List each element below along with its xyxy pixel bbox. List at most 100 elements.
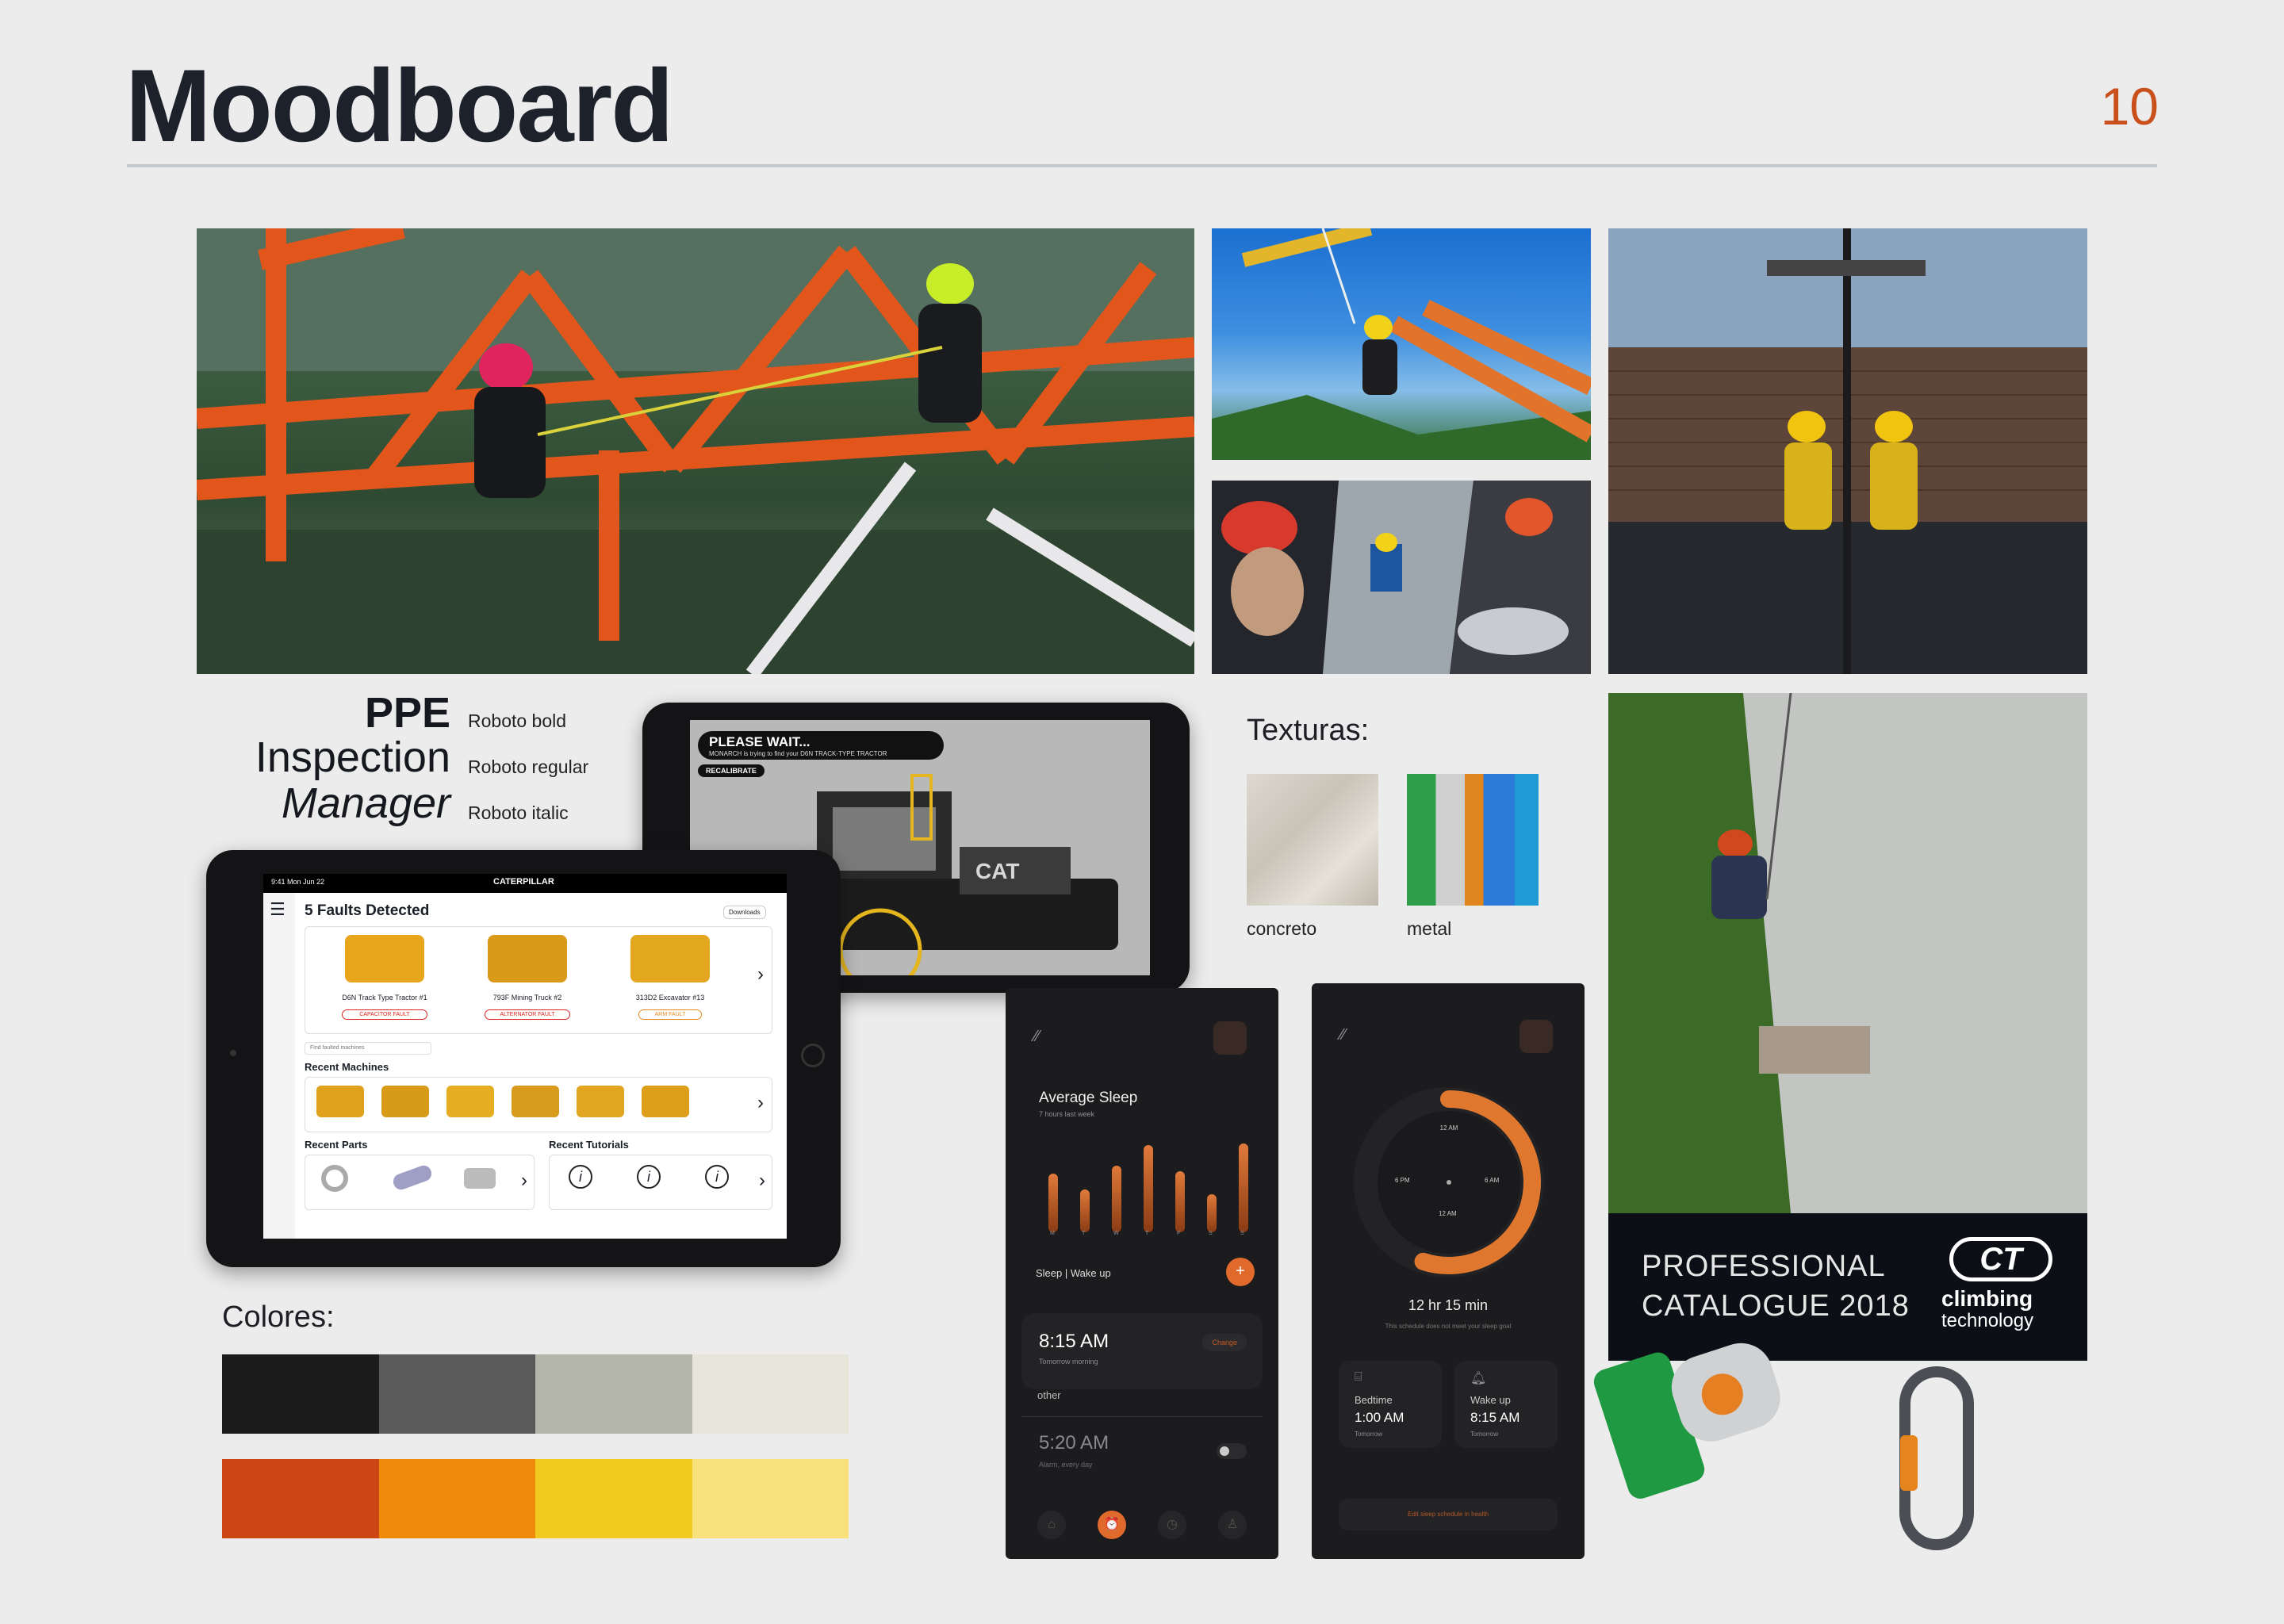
sleep-clock-ring bbox=[1354, 1087, 1544, 1277]
spec-font-italic: Roboto italic bbox=[468, 802, 569, 823]
machine-thumbnail[interactable] bbox=[316, 1086, 364, 1117]
colors-title: Colores: bbox=[222, 1300, 335, 1334]
page-number: 10 bbox=[2100, 77, 2159, 136]
sleep-duration: 12 hr 15 min bbox=[1408, 1297, 1489, 1313]
machine-search-input[interactable]: Find faulted machines bbox=[305, 1042, 431, 1055]
ct-logo: CT bbox=[1949, 1237, 2052, 1281]
phone-sleep-stats: ⁄⁄ Average Sleep 7 hours last week M T W T F… bbox=[1006, 988, 1278, 1559]
clock-label-left: 6 PM bbox=[1395, 1177, 1410, 1184]
machine-name: 313D2 Excavator #13 bbox=[635, 994, 705, 1002]
wakeup-value: 8:15 AM bbox=[1470, 1410, 1520, 1425]
recent-parts-heading: Recent Parts bbox=[305, 1139, 368, 1151]
machine-thumbnail[interactable] bbox=[512, 1086, 559, 1117]
spec-word-ppe: PPE bbox=[364, 689, 450, 737]
chevron-right-icon[interactable]: › bbox=[757, 1092, 764, 1114]
home-button[interactable] bbox=[801, 1044, 825, 1067]
chevron-right-icon[interactable]: › bbox=[521, 1170, 527, 1192]
recent-tutorials-heading: Recent Tutorials bbox=[549, 1139, 629, 1151]
day-label: F bbox=[1177, 1231, 1181, 1236]
texture-metal-swatch bbox=[1407, 774, 1539, 906]
alarm-card-primary[interactable]: 8:15 AM Tomorrow morning Change bbox=[1021, 1313, 1263, 1389]
avatar[interactable] bbox=[1519, 1020, 1553, 1053]
machine-name: 793F Mining Truck #2 bbox=[492, 994, 562, 1002]
chevron-right-icon[interactable]: › bbox=[757, 963, 764, 986]
wait-banner: PLEASE WAIT... MONARCH is trying to find… bbox=[698, 731, 944, 760]
alarm-subtitle: Alarm, every day bbox=[1039, 1461, 1093, 1469]
machine-thumbnail[interactable] bbox=[446, 1086, 494, 1117]
sleep-bar-chart bbox=[1037, 1129, 1248, 1242]
brand-logo: CATERPILLAR bbox=[493, 877, 554, 887]
menu-icon[interactable]: ⁄⁄ bbox=[1340, 1026, 1346, 1044]
machine-thumbnail[interactable] bbox=[577, 1086, 624, 1117]
color-swatch bbox=[222, 1354, 379, 1434]
alarm-time: 5:20 AM bbox=[1039, 1432, 1109, 1454]
avatar[interactable] bbox=[1213, 1021, 1247, 1055]
alarm-icon[interactable]: ⏰ bbox=[1098, 1511, 1126, 1539]
machine-thumbnail[interactable] bbox=[642, 1086, 689, 1117]
chevron-right-icon[interactable]: › bbox=[759, 1170, 765, 1192]
spec-font-regular: Roboto regular bbox=[468, 756, 589, 777]
wait-title: PLEASE WAIT... bbox=[709, 734, 811, 749]
day-label: T bbox=[1082, 1231, 1086, 1236]
machine-thumbnail bbox=[345, 935, 424, 982]
texture-label-metal: metal bbox=[1407, 918, 1452, 939]
faults-heading: 5 Faults Detected bbox=[305, 902, 430, 919]
carabiner-illustration bbox=[1899, 1366, 1974, 1550]
textures-title: Texturas: bbox=[1247, 714, 1370, 747]
bedtime-sub: Tomorrow bbox=[1355, 1431, 1383, 1438]
profile-icon[interactable]: ♙ bbox=[1218, 1511, 1247, 1539]
sleep-bar bbox=[1112, 1166, 1121, 1232]
tablet-front: 9:41 Mon Jun 22 CATERPILLAR ☰ 5 Faults D… bbox=[206, 850, 841, 1267]
part-thumbnail[interactable] bbox=[321, 1165, 348, 1192]
recalibrate-button[interactable]: RECALIBRATE bbox=[698, 764, 765, 777]
fault-badge: ALTERNATOR FAULT bbox=[485, 1009, 570, 1020]
tab-bar: ⌂ ⏰ ◷ ♙ bbox=[1021, 1503, 1263, 1546]
timer-icon[interactable]: ◷ bbox=[1158, 1511, 1186, 1539]
title-divider bbox=[127, 164, 2157, 167]
sleep-bar bbox=[1144, 1145, 1153, 1232]
change-button[interactable]: Change bbox=[1202, 1334, 1247, 1351]
sleep-bar bbox=[1239, 1143, 1248, 1232]
color-swatch bbox=[378, 1354, 535, 1434]
photo-triptych bbox=[1212, 481, 1591, 674]
part-thumbnail[interactable] bbox=[391, 1163, 434, 1192]
downloads-button[interactable]: Downloads bbox=[723, 906, 766, 919]
add-alarm-button[interactable]: + bbox=[1226, 1258, 1255, 1286]
day-label: S bbox=[1209, 1231, 1213, 1236]
menu-icon[interactable]: ☰ bbox=[270, 901, 295, 918]
fault-card[interactable]: 313D2 Excavator #13 ARM FAULT bbox=[607, 935, 734, 1020]
facade-illustration bbox=[1608, 228, 2087, 674]
day-label: W bbox=[1113, 1231, 1119, 1236]
wakeup-card[interactable]: 🔔︎ Wake up 8:15 AM Tomorrow bbox=[1454, 1361, 1558, 1448]
machine-thumbnail[interactable] bbox=[381, 1086, 429, 1117]
fault-card[interactable]: D6N Track Type Tractor #1 CAPACITOR FAUL… bbox=[321, 935, 448, 1020]
info-icon[interactable]: i bbox=[637, 1165, 661, 1189]
part-thumbnail[interactable] bbox=[464, 1168, 496, 1189]
alarm-subtitle: Tomorrow morning bbox=[1039, 1358, 1098, 1365]
carabiner-image bbox=[1897, 1364, 1976, 1553]
day-labels: MTWTFSS bbox=[1034, 1231, 1256, 1242]
faults-carousel: D6N Track Type Tractor #1 CAPACITOR FAUL… bbox=[305, 926, 772, 1034]
tower-illustration bbox=[197, 228, 1194, 674]
info-icon[interactable]: i bbox=[705, 1165, 729, 1189]
spec-font-bold: Roboto bold bbox=[468, 710, 567, 731]
edit-schedule-button[interactable]: Edit sleep schedule in health bbox=[1339, 1499, 1558, 1530]
fault-card[interactable]: 793F Mining Truck #2 ALTERNATOR FAULT bbox=[464, 935, 591, 1020]
home-icon[interactable]: ⌂ bbox=[1037, 1511, 1066, 1539]
brand-climbing: climbing bbox=[1941, 1286, 2033, 1311]
info-icon[interactable]: i bbox=[569, 1165, 592, 1189]
machine-thumbnail bbox=[630, 935, 710, 982]
texture-label-concrete: concreto bbox=[1247, 918, 1317, 939]
color-swatch bbox=[378, 1459, 535, 1538]
catalogue-line1: PROFESSIONAL bbox=[1642, 1250, 1886, 1283]
spec-word-inspection: Inspection bbox=[255, 733, 450, 781]
sleep-bar bbox=[1048, 1174, 1058, 1232]
bedtime-card[interactable]: ⌸ Bedtime 1:00 AM Tomorrow bbox=[1339, 1361, 1442, 1448]
alarm-toggle[interactable] bbox=[1217, 1443, 1247, 1459]
svg-text:CAT: CAT bbox=[975, 859, 1019, 883]
color-swatch bbox=[535, 1459, 692, 1538]
photo-worker-hanging bbox=[1212, 228, 1591, 460]
phone-sleep-schedule: ⁄⁄ 12 AM 6 PM 6 AM 12 AM 12 hr 15 min Th… bbox=[1312, 983, 1585, 1559]
other-label: other bbox=[1037, 1389, 1061, 1401]
menu-icon[interactable]: ⁄⁄ bbox=[1034, 1028, 1040, 1046]
